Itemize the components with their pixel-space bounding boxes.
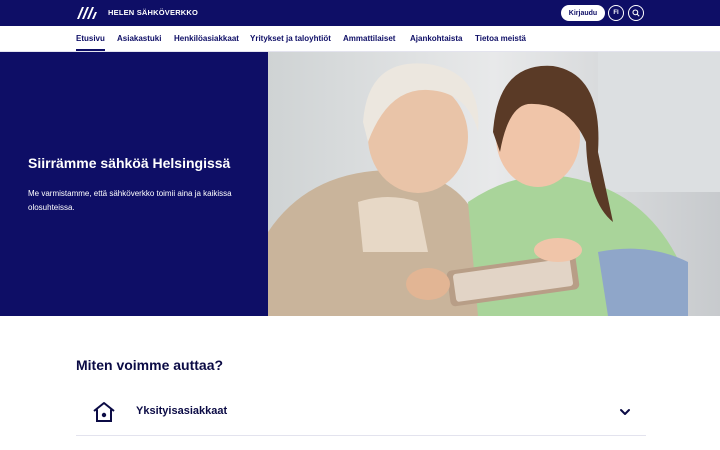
brand-name[interactable]: HELEN SÄHKÖVERKKO	[108, 8, 198, 17]
helen-logo-icon[interactable]	[76, 5, 98, 21]
nav-item-yritykset[interactable]: Yritykset ja taloyhtiöt	[250, 34, 331, 43]
hero-illustration	[268, 52, 720, 316]
search-icon	[632, 9, 640, 17]
login-button[interactable]: Kirjaudu	[561, 5, 605, 21]
nav-item-henkiloasiakkaat[interactable]: Henkilöasiakkaat	[174, 34, 239, 43]
house-icon	[93, 402, 115, 422]
hero-title: Siirrämme sähköä Helsingissä	[28, 155, 231, 171]
top-bar: HELEN SÄHKÖVERKKO Kirjaudu FI	[0, 0, 720, 26]
help-section-title: Miten voimme auttaa?	[76, 357, 224, 373]
nav-item-tietoa-meista[interactable]: Tietoa meistä	[475, 34, 526, 43]
hero-image	[268, 52, 720, 316]
nav-item-ammattilaiset[interactable]: Ammattilaiset	[343, 34, 395, 43]
hero-text: Me varmistamme, että sähköverkko toimii …	[28, 189, 232, 212]
accordion-label: Yksityisasiakkaat	[136, 405, 228, 417]
chevron-down-icon[interactable]	[618, 405, 632, 419]
main-nav: Etusivu Asiakastuki Henkilöasiakkaat Yri…	[0, 26, 720, 52]
language-button[interactable]: FI	[608, 5, 624, 21]
accordion-item-yksityisasiakkaat[interactable]: Yksityisasiakkaat	[76, 390, 646, 436]
nav-item-etusivu[interactable]: Etusivu	[76, 34, 105, 51]
nav-item-ajankohtaista[interactable]: Ajankohtaista	[410, 34, 462, 43]
hero-panel	[0, 52, 268, 316]
search-button[interactable]	[628, 5, 644, 21]
nav-item-asiakastuki[interactable]: Asiakastuki	[117, 34, 161, 43]
